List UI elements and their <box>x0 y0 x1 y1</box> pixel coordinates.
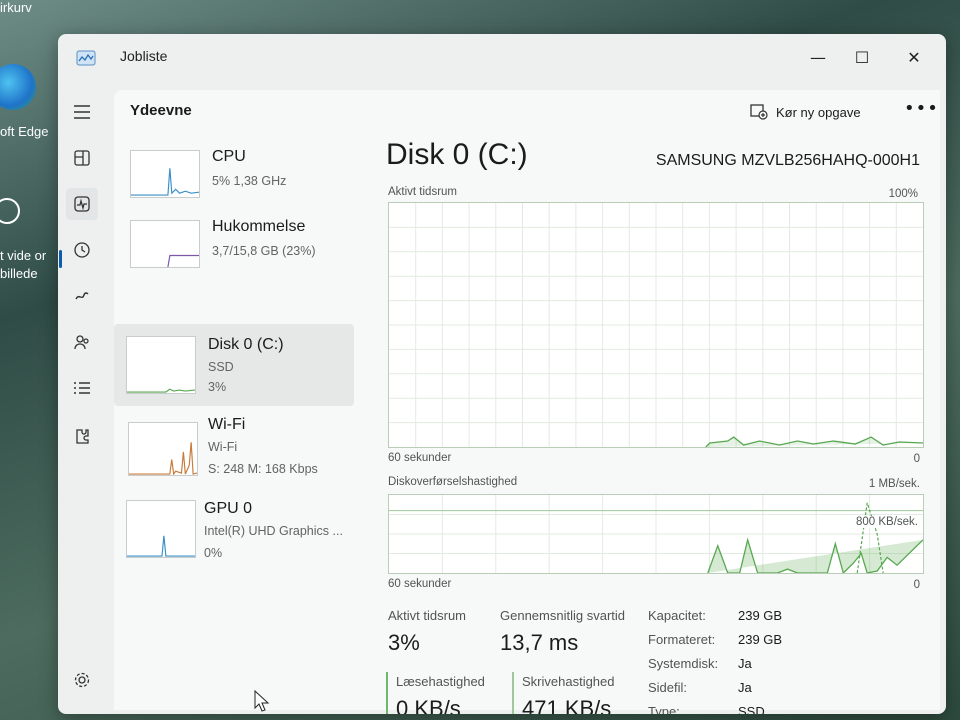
resource-name: GPU 0 <box>204 500 253 517</box>
resource-stat: 3% <box>208 380 227 394</box>
disk-thumbnail-graph <box>126 336 196 394</box>
disk-title: Disk 0 (C:) <box>386 138 528 171</box>
desktop-icon-label: irkurv <box>0 0 32 15</box>
active-time-graph <box>388 202 924 448</box>
app-history-icon[interactable] <box>66 234 98 266</box>
desktop-icon-label: t vide or <box>0 248 47 263</box>
graph-label: Aktivt tidsrum <box>388 186 458 198</box>
resource-item-disk[interactable]: Disk 0 (C:) SSD 3% <box>114 324 354 406</box>
resource-name: Hukommelse <box>212 218 306 235</box>
property-label: Kapacitet: <box>648 608 706 623</box>
property-label: Formateret: <box>648 632 716 647</box>
resource-type: SSD <box>208 360 234 374</box>
write-speed-label: Skrivehastighed <box>522 674 615 689</box>
resource-name: Disk 0 (C:) <box>208 336 284 353</box>
new-task-label: Kør ny opgave <box>776 104 861 120</box>
graph-max-label: 100% <box>888 188 918 200</box>
resource-stat: 3,7/15,8 GB (23%) <box>212 244 316 258</box>
graph-max-label: 1 MB/sek. <box>868 478 920 490</box>
more-options-button[interactable]: ••• <box>904 98 939 119</box>
response-time-value: 13,7 ms <box>500 630 579 655</box>
active-time-value: 3% <box>388 630 420 655</box>
write-speed-value: 471 KB/s <box>522 696 612 714</box>
resource-stat: S: 248 M: 168 Kbps <box>208 462 318 476</box>
cpu-thumbnail-graph <box>130 150 200 198</box>
minimize-button[interactable]: — <box>798 42 838 72</box>
graph-label: Diskoverførselshastighed <box>388 476 518 488</box>
memory-thumbnail-graph <box>130 220 200 268</box>
page-title: Ydeevne <box>130 102 192 119</box>
maximize-button[interactable]: ☐ <box>842 42 882 72</box>
resource-name: CPU <box>212 148 246 165</box>
services-icon[interactable] <box>66 420 98 452</box>
disk-model: SAMSUNG MZVLB256HAHQ-000H1 <box>655 152 920 169</box>
property-label: Systemdisk: <box>648 656 719 671</box>
property-value: Ja <box>738 656 752 671</box>
resource-type: Wi-Fi <box>208 440 238 454</box>
mouse-cursor-icon <box>254 690 270 712</box>
window-title: Jobliste <box>120 48 168 64</box>
property-value: SSD <box>738 704 765 714</box>
property-value: Ja <box>738 680 752 695</box>
property-value: 239 GB <box>738 632 783 647</box>
desktop-icon-label: billede <box>0 266 38 281</box>
property-label: Sidefil: <box>648 680 688 695</box>
close-button[interactable]: ✕ <box>894 42 934 72</box>
resource-stat: 5% 1,38 GHz <box>212 174 287 188</box>
graph-time-label: 60 sekunder <box>388 452 452 464</box>
performance-icon[interactable] <box>66 188 98 220</box>
graph-mid-label: 800 KB/sek. <box>855 516 918 528</box>
startup-apps-icon[interactable] <box>66 280 98 312</box>
task-manager-window: Jobliste — ☐ ✕ Ydeevne Kør ny opgave •••… <box>58 34 946 714</box>
resource-item-wifi[interactable]: Wi-Fi Wi-Fi S: 248 M: 168 Kbps <box>116 412 352 502</box>
performance-panel: Ydeevne Kør ny opgave ••• CPU 5% 1,38 GH… <box>114 90 940 714</box>
resource-item-gpu[interactable]: GPU 0 Intel(R) UHD Graphics ... 0% <box>114 494 350 584</box>
details-icon[interactable] <box>66 372 98 404</box>
hamburger-menu-icon[interactable] <box>66 96 98 128</box>
resource-stat: 0% <box>204 546 223 560</box>
active-time-label: Aktivt tidsrum <box>388 608 467 623</box>
resource-item-cpu[interactable]: CPU 5% 1,38 GHz <box>118 140 354 210</box>
processes-icon[interactable] <box>66 142 98 174</box>
graph-min-label: 0 <box>913 579 920 591</box>
property-label: Type: <box>648 704 680 714</box>
run-new-task-button[interactable]: Kør ny opgave <box>750 104 861 120</box>
read-speed-value: 0 KB/s <box>396 696 461 714</box>
settings-gear-icon[interactable] <box>66 664 98 696</box>
users-icon[interactable] <box>66 326 98 358</box>
response-time-label: Gennemsnitlig svartid <box>500 608 625 623</box>
title-bar[interactable]: Jobliste — ☐ ✕ <box>58 34 946 80</box>
active-indicator <box>59 250 62 268</box>
property-value: 239 GB <box>738 608 783 623</box>
resource-name: Wi-Fi <box>208 416 246 433</box>
gpu-thumbnail-graph <box>126 500 196 558</box>
new-task-icon <box>750 104 768 120</box>
transfer-rate-graph <box>388 494 924 574</box>
navigation-rail <box>58 90 106 714</box>
write-indicator-bar <box>512 672 514 714</box>
read-indicator-bar <box>386 672 388 714</box>
graph-min-label: 0 <box>913 453 920 465</box>
wifi-thumbnail-graph <box>128 422 198 476</box>
resource-item-memory[interactable]: Hukommelse 3,7/15,8 GB (23%) <box>118 210 354 280</box>
desktop-icon-label: oft Edge <box>0 124 49 139</box>
resource-type: Intel(R) UHD Graphics ... <box>204 524 343 538</box>
graph-time-label: 60 sekunder <box>388 578 452 590</box>
read-speed-label: Læsehastighed <box>396 674 485 689</box>
task-manager-icon <box>76 50 96 66</box>
